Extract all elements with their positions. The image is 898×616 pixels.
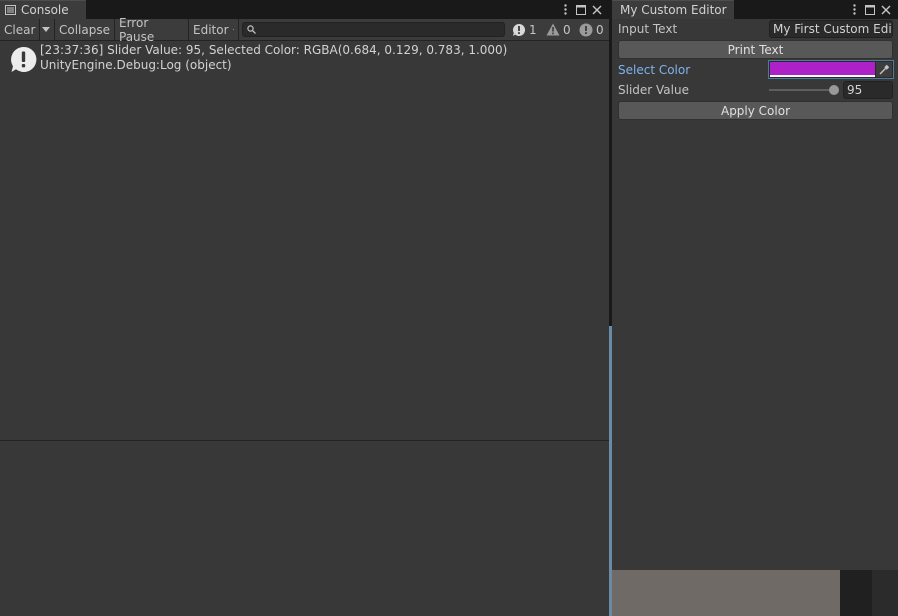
eyedropper-icon xyxy=(879,64,889,75)
console-toolbar: Clear Collapse Error Pause Editor 1 0 0 xyxy=(0,16,609,44)
more-icon xyxy=(852,4,856,15)
log-message: [23:37:36] Slider Value: 95, Selected Co… xyxy=(40,43,508,57)
log-count: 1 xyxy=(529,22,537,37)
scene-view-peek-edge xyxy=(872,570,898,616)
slider-value-field[interactable]: 95 xyxy=(843,81,893,99)
print-text-label: Print Text xyxy=(727,42,784,57)
clear-button[interactable]: Clear xyxy=(0,19,40,40)
error-count-toggle[interactable]: 0 xyxy=(579,19,604,40)
apply-color-button[interactable]: Apply Color xyxy=(618,101,893,120)
collapse-toggle[interactable]: Collapse xyxy=(55,19,115,40)
collapse-label: Collapse xyxy=(59,22,110,37)
log-entry[interactable]: [23:37:36] Slider Value: 95, Selected Co… xyxy=(0,41,609,77)
error-pause-label: Error Pause xyxy=(119,15,155,44)
editor-dropdown[interactable]: Editor xyxy=(189,19,239,40)
color-swatch[interactable] xyxy=(770,62,875,75)
search-icon xyxy=(247,25,256,34)
log-count-toggle[interactable]: 1 xyxy=(512,19,537,40)
custom-editor-window-buttons xyxy=(849,0,891,19)
warning-count-toggle[interactable]: 0 xyxy=(546,19,571,40)
console-window-buttons xyxy=(560,0,602,19)
warning-icon xyxy=(546,23,560,36)
color-field[interactable] xyxy=(768,60,894,79)
slider-value-label: Slider Value xyxy=(618,83,689,97)
console-tab-strip: Console xyxy=(0,0,609,19)
console-tab[interactable]: Console xyxy=(0,0,86,19)
slider-thumb[interactable] xyxy=(828,85,839,95)
console-maximize-button[interactable] xyxy=(576,3,586,17)
error-icon xyxy=(579,23,593,36)
custom-editor-tab-strip: My Custom Editor xyxy=(612,0,898,19)
info-icon xyxy=(11,46,37,72)
console-tab-label: Console xyxy=(21,3,69,17)
editor-dropdown-label: Editor xyxy=(193,22,229,37)
console-more-button[interactable] xyxy=(560,3,570,17)
custom-editor-close-button[interactable] xyxy=(881,3,891,17)
dropdown-arrow-icon xyxy=(232,29,234,30)
more-icon xyxy=(563,4,567,15)
slider-track[interactable] xyxy=(769,89,837,91)
console-search-input[interactable] xyxy=(242,22,505,37)
console-panel xyxy=(0,0,609,616)
clear-options-dropdown[interactable] xyxy=(40,19,55,40)
eyedropper-button[interactable] xyxy=(876,62,892,77)
log-stacktrace: UnityEngine.Debug:Log (object) xyxy=(40,58,232,72)
close-icon xyxy=(881,5,891,14)
select-color-label: Select Color xyxy=(618,63,691,77)
error-pause-toggle[interactable]: Error Pause xyxy=(115,16,189,44)
console-split-divider[interactable] xyxy=(0,440,609,441)
input-text-field[interactable]: My First Custom Editor xyxy=(769,20,893,38)
close-icon xyxy=(592,5,602,14)
info-icon xyxy=(512,23,526,36)
custom-editor-more-button[interactable] xyxy=(849,3,859,17)
custom-editor-tab[interactable]: My Custom Editor xyxy=(612,0,734,19)
custom-editor-maximize-button[interactable] xyxy=(865,3,875,17)
print-text-button[interactable]: Print Text xyxy=(618,40,893,59)
error-count: 0 xyxy=(596,22,604,37)
dropdown-arrow-icon xyxy=(42,27,50,32)
warning-count: 0 xyxy=(563,22,571,37)
maximize-icon xyxy=(576,4,586,15)
clear-button-label: Clear xyxy=(4,22,36,37)
color-alpha-bar xyxy=(770,75,875,77)
console-icon xyxy=(5,5,16,15)
custom-editor-tab-label: My Custom Editor xyxy=(620,3,727,17)
maximize-icon xyxy=(865,4,875,15)
input-text-label: Input Text xyxy=(618,22,678,36)
apply-color-label: Apply Color xyxy=(720,103,791,118)
console-close-button[interactable] xyxy=(592,3,602,17)
scene-view-peek-dark xyxy=(840,570,872,616)
